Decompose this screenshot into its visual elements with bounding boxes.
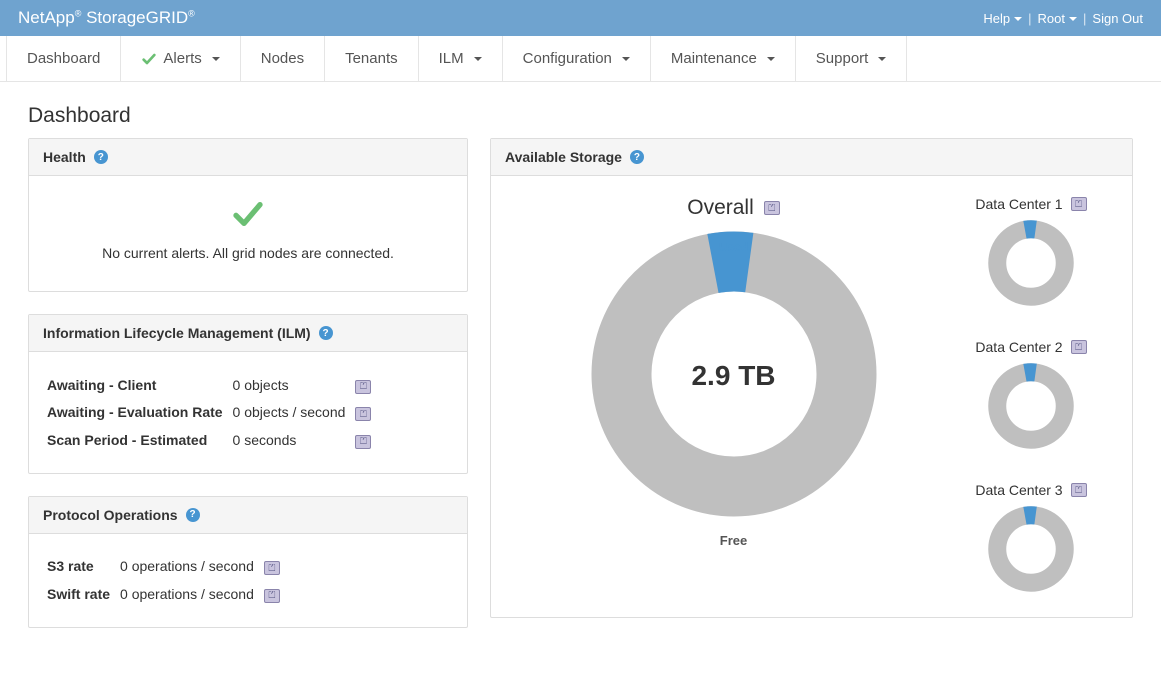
site-donut-chart [986, 504, 1076, 594]
help-menu[interactable]: Help [983, 11, 1022, 26]
nav-nodes[interactable]: Nodes [241, 36, 325, 81]
site-item: Data Center 1 ⏍ [946, 196, 1116, 311]
help-icon[interactable]: ? [94, 150, 108, 164]
health-title: Health [43, 149, 86, 165]
protocol-label: Swift rate [47, 581, 118, 607]
chart-icon[interactable]: ⏍ [1071, 483, 1087, 497]
nav-alerts[interactable]: Alerts [121, 36, 240, 81]
caret-down-icon [878, 57, 886, 61]
protocol-panel-head: Protocol Operations ? [29, 497, 467, 534]
ilm-label: Awaiting - Client [47, 372, 231, 398]
check-icon [228, 198, 268, 230]
health-status-text: No current alerts. All grid nodes are co… [45, 245, 451, 261]
chart-icon[interactable]: ⏍ [1071, 197, 1087, 211]
ilm-value: 0 objects [233, 372, 354, 398]
help-icon[interactable]: ? [319, 326, 333, 340]
table-row: S3 rate 0 operations / second ⏍ [47, 554, 288, 580]
protocol-label: S3 rate [47, 554, 118, 580]
nav-configuration[interactable]: Configuration [503, 36, 651, 81]
ilm-title: Information Lifecycle Management (ILM) [43, 325, 311, 341]
protocol-table: S3 rate 0 operations / second ⏍ Swift ra… [45, 552, 290, 609]
chart-icon[interactable]: ⏍ [355, 407, 371, 421]
brand: NetApp® StorageGRID® [18, 8, 195, 28]
overall-donut-chart: Used 2.9 TB [584, 224, 884, 527]
nav-maintenance[interactable]: Maintenance [651, 36, 796, 81]
chart-icon[interactable]: ⏍ [355, 380, 371, 394]
chart-icon[interactable]: ⏍ [264, 561, 280, 575]
ilm-label: Scan Period - Estimated [47, 427, 231, 453]
nav-support[interactable]: Support [796, 36, 908, 81]
protocol-title: Protocol Operations [43, 507, 178, 523]
protocol-panel: Protocol Operations ? S3 rate 0 operatio… [28, 496, 468, 628]
used-label: Used [719, 240, 748, 254]
page-title: Dashboard [0, 82, 1161, 138]
health-panel-head: Health ? [29, 139, 467, 176]
storage-panel: Available Storage ? Overall ⏍ Used [490, 138, 1133, 618]
site-item: Data Center 3 ⏍ [946, 482, 1116, 597]
brand-netapp: NetApp [18, 8, 75, 27]
ilm-panel-head: Information Lifecycle Management (ILM) ? [29, 315, 467, 352]
main-nav: Dashboard Alerts Nodes Tenants ILM Confi… [0, 36, 1161, 82]
protocol-value: 0 operations / second [120, 581, 262, 607]
table-row: Awaiting - Client 0 objects ⏍ [47, 372, 379, 398]
site-item: Data Center 2 ⏍ [946, 339, 1116, 454]
caret-down-icon [1014, 17, 1022, 21]
top-bar-right: Help | Root | Sign Out [983, 11, 1143, 26]
site-donut-chart [986, 218, 1076, 308]
ilm-table: Awaiting - Client 0 objects ⏍ Awaiting -… [45, 370, 381, 455]
caret-down-icon [474, 57, 482, 61]
chart-icon[interactable]: ⏍ [355, 435, 371, 449]
ilm-panel: Information Lifecycle Management (ILM) ?… [28, 314, 468, 474]
chart-icon[interactable]: ⏍ [264, 589, 280, 603]
chart-icon[interactable]: ⏍ [764, 201, 780, 215]
caret-down-icon [1069, 17, 1077, 21]
storage-panel-head: Available Storage ? [491, 139, 1132, 176]
nav-ilm[interactable]: ILM [419, 36, 503, 81]
help-icon[interactable]: ? [186, 508, 200, 522]
nav-tenants[interactable]: Tenants [325, 36, 419, 81]
top-bar: NetApp® StorageGRID® Help | Root | Sign … [0, 0, 1161, 36]
caret-down-icon [767, 57, 775, 61]
brand-storagegrid: StorageGRID [86, 8, 188, 27]
table-row: Awaiting - Evaluation Rate 0 objects / s… [47, 400, 379, 426]
free-label: Free [521, 533, 946, 548]
protocol-value: 0 operations / second [120, 554, 262, 580]
user-menu[interactable]: Root [1038, 11, 1077, 26]
check-icon [141, 51, 157, 67]
overall-total-value: 2.9 TB [691, 360, 775, 392]
chart-icon[interactable]: ⏍ [1071, 340, 1087, 354]
ilm-value: 0 objects / second [233, 400, 354, 426]
site-donut-chart [986, 361, 1076, 451]
site-name: Data Center 2 [975, 339, 1062, 355]
table-row: Scan Period - Estimated 0 seconds ⏍ [47, 427, 379, 453]
nav-dashboard[interactable]: Dashboard [6, 36, 121, 81]
site-name: Data Center 1 [975, 196, 1062, 212]
site-name: Data Center 3 [975, 482, 1062, 498]
table-row: Swift rate 0 operations / second ⏍ [47, 581, 288, 607]
ilm-value: 0 seconds [233, 427, 354, 453]
ilm-label: Awaiting - Evaluation Rate [47, 400, 231, 426]
storage-title: Available Storage [505, 149, 622, 165]
help-icon[interactable]: ? [630, 150, 644, 164]
overall-label: Overall ⏍ [521, 196, 946, 220]
caret-down-icon [622, 57, 630, 61]
health-panel: Health ? No current alerts. All grid nod… [28, 138, 468, 292]
sign-out-link[interactable]: Sign Out [1092, 11, 1143, 26]
caret-down-icon [212, 57, 220, 61]
